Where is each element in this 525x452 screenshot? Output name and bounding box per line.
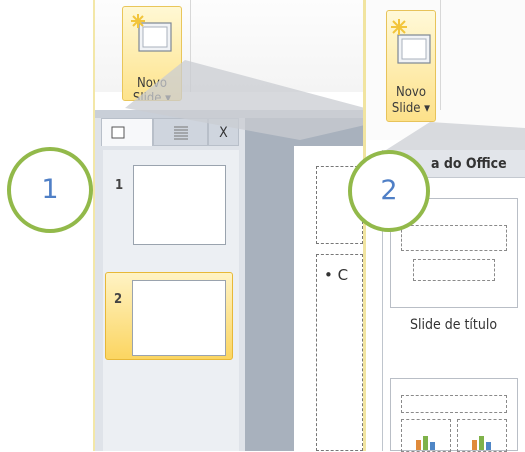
layout-subtitle-placeholder xyxy=(413,259,495,281)
insert-chart-icon xyxy=(472,436,491,450)
layout-title-and-content[interactable] xyxy=(390,378,518,452)
insert-chart-icon xyxy=(416,436,435,450)
layout-title-placeholder xyxy=(401,395,507,413)
layout-content-placeholder xyxy=(457,419,507,452)
layout-caption: Slide de título xyxy=(409,317,498,333)
step-2-callout: 2 xyxy=(348,150,430,232)
layout-content-placeholder xyxy=(401,419,451,452)
layout-title-placeholder xyxy=(401,225,507,251)
